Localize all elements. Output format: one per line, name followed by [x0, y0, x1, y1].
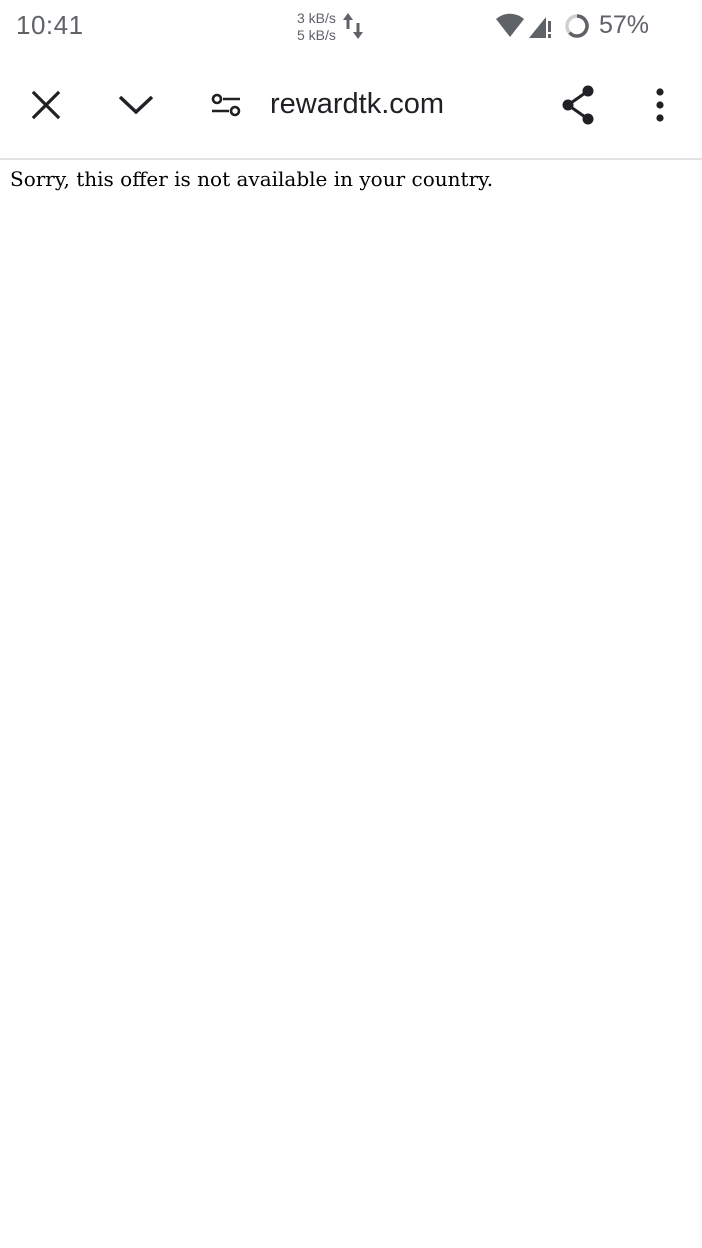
share-icon — [562, 85, 594, 125]
site-settings-button[interactable] — [198, 77, 254, 133]
minimize-button[interactable] — [108, 77, 164, 133]
download-speed: 5 kB/s — [297, 27, 336, 43]
upload-speed: 3 kB/s — [297, 10, 336, 26]
custom-tab-toolbar: rewardtk.com — [0, 52, 702, 160]
cell-signal-icon — [529, 17, 551, 38]
web-page-content: Sorry, this offer is not available in yo… — [0, 160, 702, 1248]
offer-unavailable-message: Sorry, this offer is not available in yo… — [10, 167, 494, 191]
wifi-icon — [496, 13, 524, 37]
battery-saver-icon — [565, 14, 589, 38]
network-activity-icon — [343, 13, 363, 39]
battery-percent: 57% — [599, 11, 650, 39]
close-icon — [31, 90, 61, 120]
chevron-down-icon — [118, 95, 154, 115]
url-text[interactable]: rewardtk.com — [270, 88, 444, 121]
browser-screen: 10:41 3 kB/s 5 kB/s 57% rewardtk.com Sor… — [0, 0, 702, 1248]
network-speed: 3 kB/s 5 kB/s — [297, 10, 336, 44]
tune-icon — [211, 93, 241, 117]
more-options-button[interactable] — [632, 77, 688, 133]
status-time: 10:41 — [16, 10, 84, 40]
close-tab-button[interactable] — [18, 77, 74, 133]
share-button[interactable] — [550, 77, 606, 133]
more-vert-icon — [656, 88, 664, 122]
status-bar: 10:41 3 kB/s 5 kB/s 57% — [0, 0, 702, 52]
